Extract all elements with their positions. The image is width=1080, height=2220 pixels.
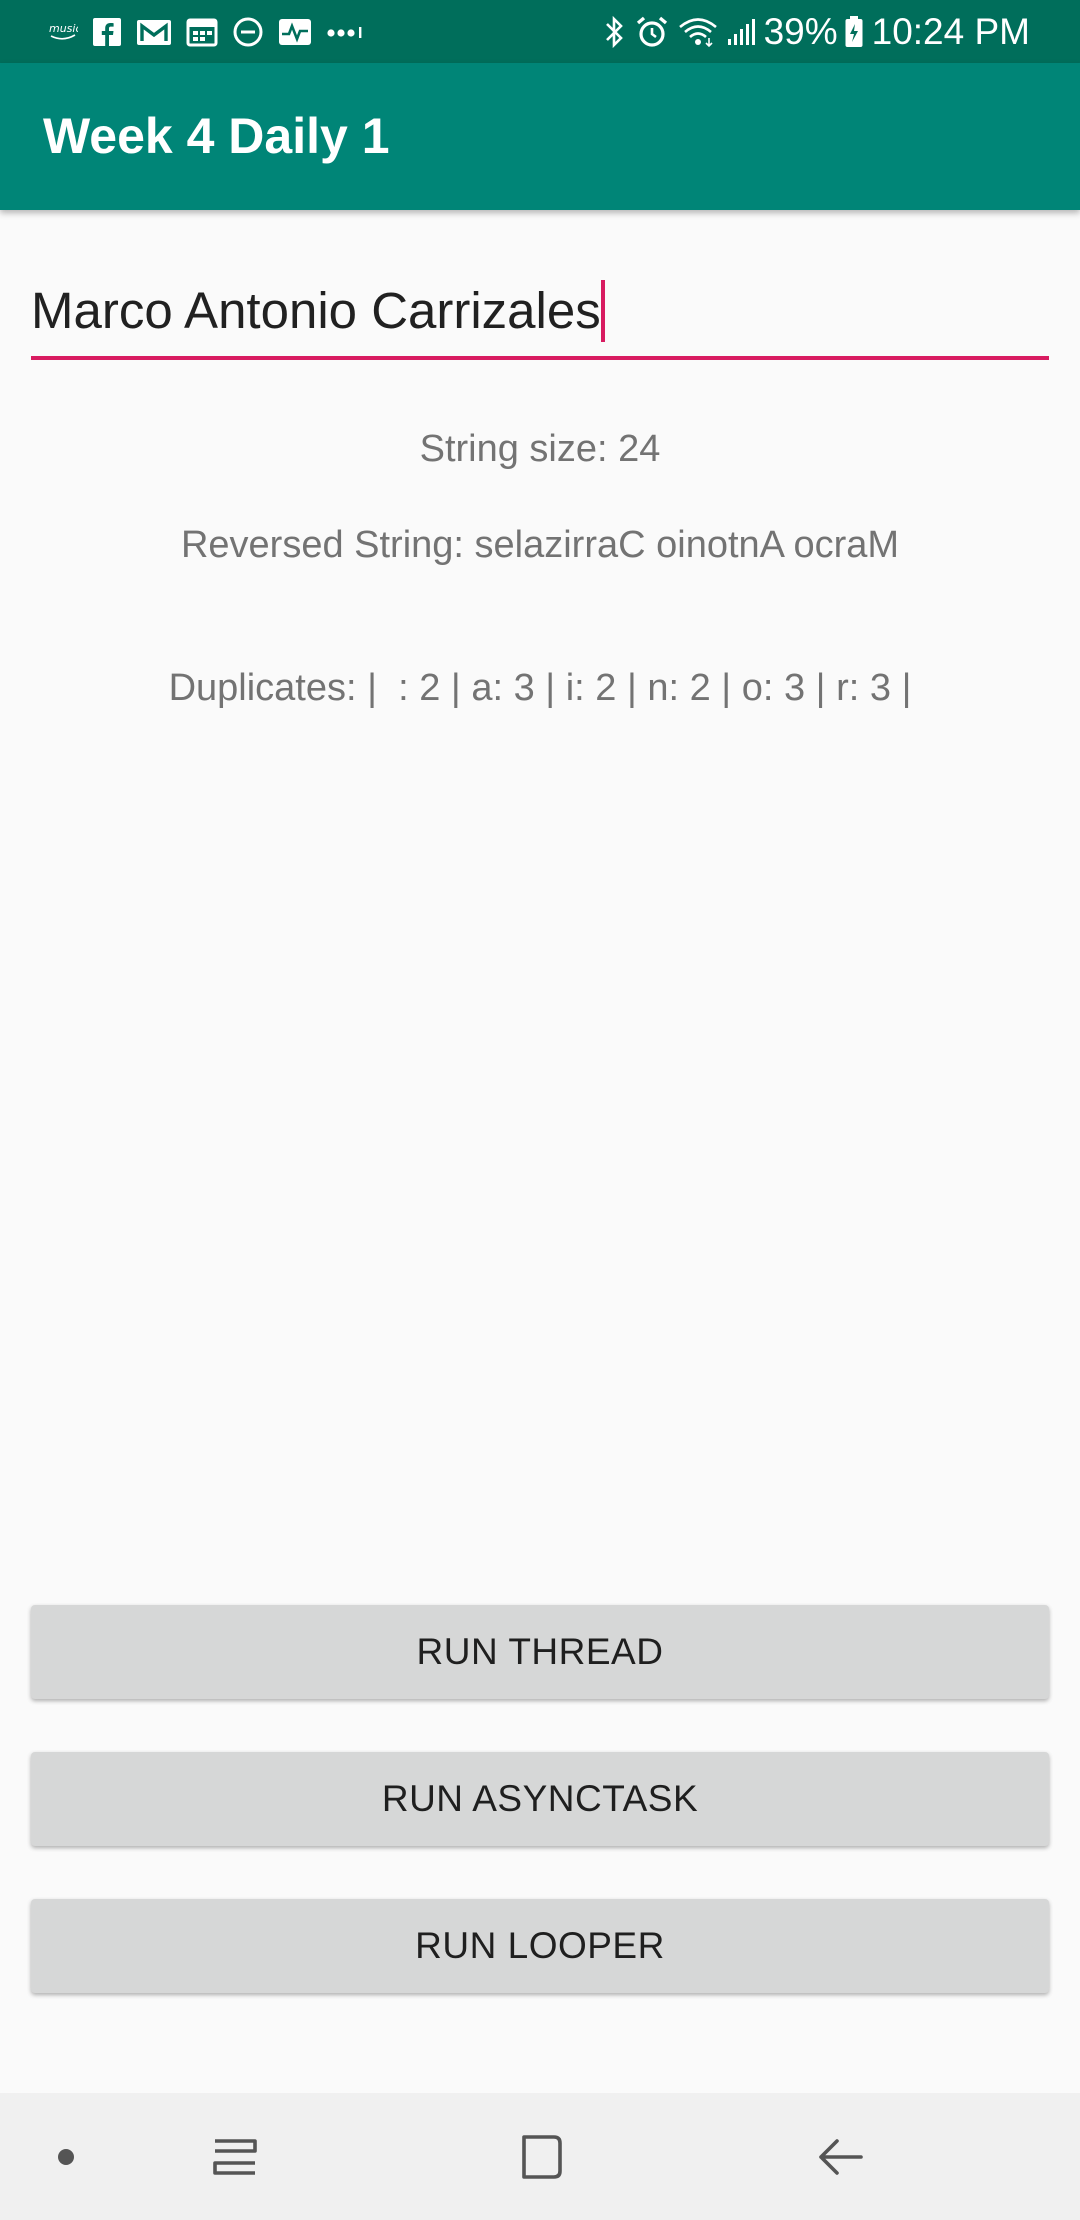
string-size-text: String size: 24	[419, 428, 661, 470]
battery-percent: 39%	[763, 11, 838, 52]
facebook-icon	[92, 17, 122, 47]
battery-icon	[844, 15, 864, 49]
duplicates-text: Duplicates: | : 2 | a: 3 | i: 2 | n: 2 |…	[168, 667, 912, 709]
app-bar: Week 4 Daily 1	[0, 63, 1080, 210]
run-thread-button[interactable]: RUN THREAD	[31, 1605, 1049, 1699]
run-looper-button[interactable]: RUN LOOPER	[31, 1899, 1049, 1993]
name-input[interactable]: Marco Antonio Carrizales	[31, 270, 1049, 360]
do-not-disturb-icon	[232, 16, 264, 48]
bluetooth-icon	[604, 15, 626, 49]
home-icon[interactable]	[500, 2093, 580, 2220]
back-icon[interactable]	[800, 2093, 880, 2220]
calendar-icon	[186, 17, 218, 47]
app-title: Week 4 Daily 1	[43, 108, 390, 164]
nav-dot-icon[interactable]	[30, 2093, 102, 2220]
status-system-icons: 39% 10:24 PM	[604, 0, 1030, 63]
name-input-value: Marco Antonio Carrizales	[31, 280, 605, 342]
status-notification-icons: music	[48, 0, 380, 63]
alarm-icon	[634, 15, 670, 49]
activity-icon	[278, 17, 312, 47]
reversed-string-text: Reversed String: selazirraC oinotnA ocra…	[180, 524, 900, 566]
signal-icon	[726, 17, 756, 47]
status-bar: music	[0, 0, 1080, 63]
amazon-music-icon: music	[48, 21, 78, 43]
status-time: 10:24 PM	[871, 11, 1030, 52]
navigation-bar	[0, 2093, 1080, 2220]
wifi-icon	[678, 16, 718, 48]
run-asynctask-button[interactable]: RUN ASYNCTASK	[31, 1752, 1049, 1846]
svg-text:music: music	[49, 22, 78, 35]
recent-apps-icon[interactable]	[195, 2093, 275, 2220]
more-notifications-icon	[326, 22, 366, 42]
gmail-icon	[136, 17, 172, 47]
